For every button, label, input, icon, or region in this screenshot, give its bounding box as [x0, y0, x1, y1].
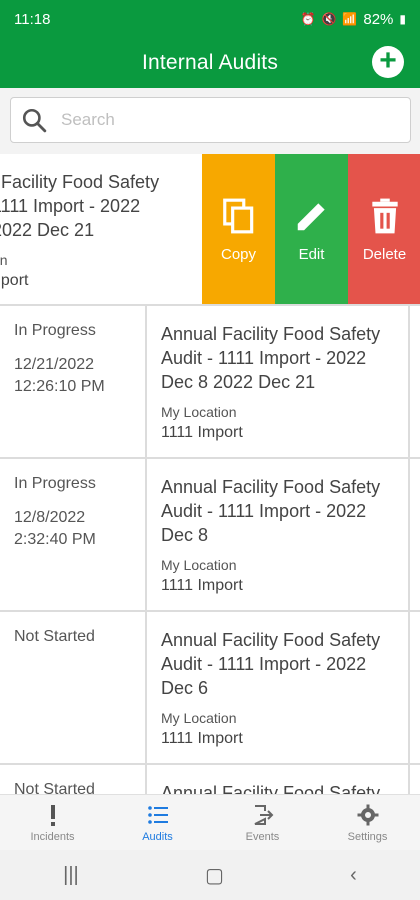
pencil-icon — [297, 202, 325, 230]
mute-icon: 🔇 — [321, 12, 337, 26]
battery-level: 82% — [363, 10, 394, 28]
audit-meta: In Progress 12/8/2022 2:32:40 PM — [0, 459, 147, 610]
exit-icon — [254, 804, 273, 825]
tab-settings[interactable]: Settings — [315, 795, 420, 850]
tab-events-label: Events — [245, 830, 280, 843]
status-bar: 11:18 ⏰ 🔇 📶 82% ▮ — [0, 0, 420, 38]
clock: 11:18 — [14, 10, 51, 28]
swiped-audit-row[interactable]: l Facility Food Safety 1111 Import - 202… — [0, 154, 420, 306]
exclamation-icon — [50, 804, 55, 826]
status-icons: ⏰ 🔇 📶 82% ▮ — [301, 11, 407, 28]
alarm-icon: ⏰ — [300, 12, 316, 26]
page-title: Internal Audits — [141, 51, 279, 74]
audit-status: Not Started — [14, 628, 95, 645]
bottom-tab-bar: Incidents Audits Events Settings — [0, 794, 420, 850]
audit-details: Annual Facility Food Safety Audit - 1111… — [147, 612, 410, 763]
audit-time: 2:32:40 PM — [14, 531, 96, 548]
back-button[interactable]: ‹ — [350, 864, 357, 887]
edit-button[interactable]: Edit — [275, 154, 348, 304]
tab-incidents-label: Incidents — [30, 830, 75, 843]
wifi-icon: 📶 — [342, 12, 358, 26]
copy-button[interactable]: Copy — [202, 154, 275, 304]
audit-date: 12/21/2022 — [14, 356, 95, 373]
swiped-row-content[interactable]: l Facility Food Safety 1111 Import - 202… — [0, 154, 202, 304]
search-box[interactable] — [10, 97, 411, 143]
audit-import: 1111 Import — [161, 424, 243, 441]
delete-button[interactable]: Delete — [348, 154, 420, 304]
audit-location: My Location — [161, 710, 237, 726]
audit-row[interactable]: In Progress 12/21/2022 12:26:10 PM Annua… — [0, 306, 420, 459]
copy-label: Copy — [220, 245, 257, 263]
trash-icon — [371, 198, 398, 233]
audit-row[interactable]: Not Started Annual Facility Food Safety … — [0, 612, 420, 765]
list-icon — [147, 805, 168, 824]
recent-apps-button[interactable]: ||| — [63, 864, 79, 887]
gear-icon — [357, 804, 378, 825]
swipe-actions: Copy Edit Delete — [202, 154, 420, 304]
edit-label: Edit — [298, 245, 325, 263]
audit-details: Annual Facility Food Safety Audit - 1111… — [147, 459, 410, 610]
audit-location: My Location — [161, 557, 237, 573]
battery-icon: ▮ — [399, 12, 406, 26]
swiped-title-line3: 2022 Dec 21 — [0, 220, 95, 240]
audit-details: Annual Facility Food Safety Audit - 1111… — [147, 306, 410, 457]
tab-incidents[interactable]: Incidents — [0, 795, 105, 850]
audit-time: 12:26:10 PM — [14, 378, 105, 395]
tab-settings-label: Settings — [347, 830, 388, 843]
audit-status: In Progress — [14, 475, 96, 492]
audit-date: 12/8/2022 — [14, 509, 86, 526]
tab-events[interactable]: Events — [210, 795, 315, 850]
copy-icon — [222, 198, 253, 233]
audit-import: 1111 Import — [161, 577, 243, 594]
search-icon — [22, 108, 47, 133]
audit-row[interactable]: In Progress 12/8/2022 2:32:40 PM Annual … — [0, 459, 420, 612]
audit-location: My Location — [161, 404, 237, 420]
audit-meta: In Progress 12/21/2022 12:26:10 PM — [0, 306, 147, 457]
tab-audits[interactable]: Audits — [105, 795, 210, 850]
audit-import: 1111 Import — [161, 730, 243, 747]
app-header: Internal Audits + — [0, 38, 420, 88]
audit-title: Annual Facility Food Safety Audit - 1111… — [161, 630, 381, 698]
add-audit-button[interactable]: + — [372, 46, 404, 78]
audit-meta: Not Started — [0, 612, 147, 763]
tab-audits-label: Audits — [142, 830, 173, 843]
swiped-title-line2: 1111 Import - 2022 — [0, 196, 141, 216]
swiped-import: nport — [0, 272, 29, 289]
audit-title: Annual Facility Food Safety Audit - 1111… — [161, 477, 381, 545]
search-input[interactable] — [61, 110, 391, 130]
delete-label: Delete — [362, 245, 407, 263]
audit-title: Annual Facility Food Safety Audit - 1111… — [161, 324, 381, 392]
swiped-title-line1: l Facility Food Safety — [0, 172, 160, 192]
swiped-location: on — [0, 252, 8, 268]
search-area — [0, 88, 420, 154]
home-button[interactable]: ▢ — [205, 863, 224, 888]
audit-status: In Progress — [14, 322, 96, 339]
system-nav-bar: ||| ▢ ‹ — [0, 850, 420, 900]
